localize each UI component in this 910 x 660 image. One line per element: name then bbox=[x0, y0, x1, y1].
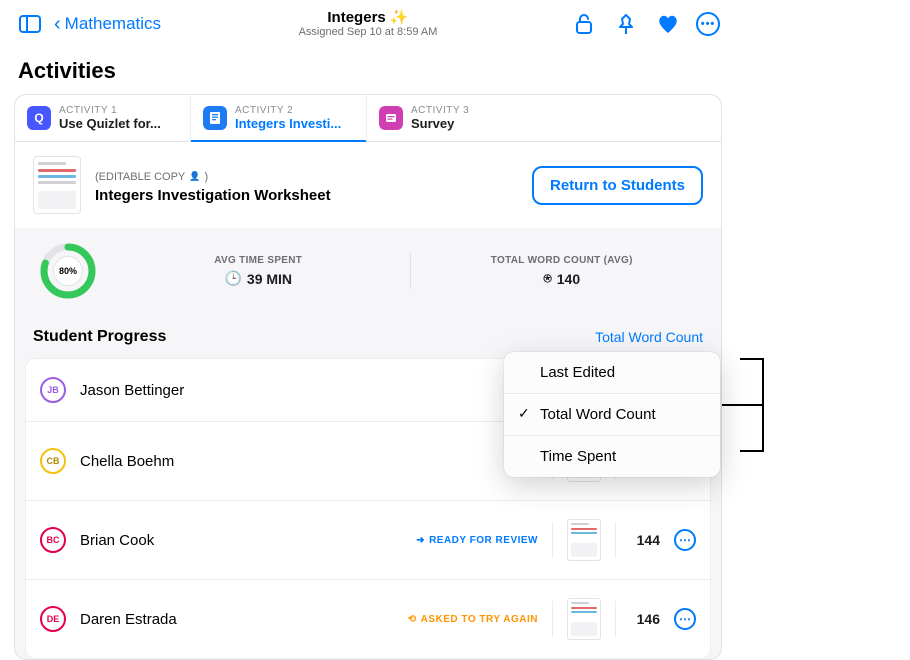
forms-icon bbox=[379, 106, 403, 130]
word-count: 144 bbox=[630, 532, 660, 548]
progress-title: Student Progress bbox=[33, 328, 166, 346]
editable-copy-label: (EDITABLE COPY 👤 ) bbox=[95, 171, 208, 183]
doc-name: Integers Investigation Worksheet bbox=[95, 187, 331, 204]
tab-num: ACTIVITY 3 bbox=[411, 105, 469, 116]
tab-name: Integers Investi... bbox=[235, 116, 341, 131]
pages-icon bbox=[203, 106, 227, 130]
annotation-bracket bbox=[722, 358, 764, 452]
progress-percent: 80% bbox=[53, 256, 83, 286]
metric-wordcount: TOTAL WORD COUNT (AVG) ⍟ 140 bbox=[411, 255, 714, 287]
avatar: DE bbox=[40, 606, 66, 632]
badge-icon: ⍟ bbox=[543, 270, 551, 287]
page-title: Integers ✨ bbox=[327, 8, 408, 26]
student-name: Daren Estrada bbox=[80, 611, 177, 628]
student-name: Brian Cook bbox=[80, 532, 154, 549]
metric-time: AVG TIME SPENT 🕒 39 MIN bbox=[107, 255, 410, 287]
toolbar-right: ••• bbox=[570, 10, 720, 38]
submission-thumbnail[interactable] bbox=[567, 519, 601, 561]
sort-option-last-edited[interactable]: Last Edited bbox=[504, 352, 720, 394]
chevron-left-icon: ‹ bbox=[54, 13, 61, 36]
metric-value: 140 bbox=[557, 271, 580, 287]
tab-activity-1[interactable]: Q ACTIVITY 1 Use Quizlet for... bbox=[15, 95, 191, 141]
metric-value: 39 MIN bbox=[247, 271, 292, 287]
document-thumbnail[interactable] bbox=[33, 156, 81, 214]
sort-option-time-spent[interactable]: Time Spent bbox=[504, 436, 720, 477]
metric-label: TOTAL WORD COUNT (AVG) bbox=[491, 255, 633, 266]
refresh-circle-icon: ⟲ bbox=[408, 614, 417, 625]
app-window: ‹ Mathematics Integers ✨ Assigned Sep 10… bbox=[0, 0, 736, 648]
section-title: Activities bbox=[0, 44, 736, 94]
row-more-button[interactable]: ⋯ bbox=[674, 608, 696, 630]
sort-option-total-word-count[interactable]: Total Word Count bbox=[504, 394, 720, 436]
sort-dropdown[interactable]: Total Word Count bbox=[595, 329, 703, 345]
pin-icon[interactable] bbox=[612, 10, 640, 38]
unlock-icon[interactable] bbox=[570, 10, 598, 38]
heart-icon[interactable] bbox=[654, 10, 682, 38]
tab-num: ACTIVITY 1 bbox=[59, 105, 161, 116]
topbar: ‹ Mathematics Integers ✨ Assigned Sep 10… bbox=[0, 0, 736, 44]
status-badge: ⟲ASKED TO TRY AGAIN bbox=[408, 614, 538, 625]
back-label: Mathematics bbox=[65, 14, 161, 34]
return-to-students-button[interactable]: Return to Students bbox=[532, 166, 703, 205]
page-subtitle: Assigned Sep 10 at 8:59 AM bbox=[299, 26, 438, 38]
tab-activity-3[interactable]: ACTIVITY 3 Survey bbox=[367, 95, 543, 141]
submission-thumbnail[interactable] bbox=[567, 598, 601, 640]
arrow-circle-icon: ➜ bbox=[416, 535, 425, 546]
word-count: 146 bbox=[630, 611, 660, 627]
avatar: CB bbox=[40, 448, 66, 474]
back-button[interactable]: ‹ Mathematics bbox=[54, 13, 161, 36]
progress-header: Student Progress Total Word Count bbox=[15, 314, 721, 352]
tab-name: Survey bbox=[411, 116, 469, 131]
metrics-row: 80% AVG TIME SPENT 🕒 39 MIN TOTAL WORD CO… bbox=[15, 228, 721, 314]
student-name: Chella Boehm bbox=[80, 453, 174, 470]
metric-label: AVG TIME SPENT bbox=[214, 255, 302, 266]
student-name: Jason Bettinger bbox=[80, 382, 184, 399]
progress-ring: 80% bbox=[39, 242, 97, 300]
list-item[interactable]: BC Brian Cook ➜READY FOR REVIEW 144 ⋯ bbox=[26, 501, 710, 580]
activity-tabs: Q ACTIVITY 1 Use Quizlet for... ACTIVITY… bbox=[15, 95, 721, 142]
row-more-button[interactable]: ⋯ bbox=[674, 529, 696, 551]
clock-icon: 🕒 bbox=[224, 270, 241, 287]
more-icon[interactable]: ••• bbox=[696, 12, 720, 36]
avatar: JB bbox=[40, 377, 66, 403]
tab-activity-2[interactable]: ACTIVITY 2 Integers Investi... bbox=[191, 95, 367, 141]
sidebar-toggle-icon[interactable] bbox=[16, 10, 44, 38]
quizlet-icon: Q bbox=[27, 106, 51, 130]
status-badge: ➜READY FOR REVIEW bbox=[416, 535, 538, 546]
avatar: BC bbox=[40, 527, 66, 553]
sort-popover: Last Edited Total Word Count Time Spent bbox=[504, 352, 720, 477]
tab-num: ACTIVITY 2 bbox=[235, 105, 341, 116]
doc-info: (EDITABLE COPY 👤 ) Integers Investigatio… bbox=[95, 167, 331, 204]
activity-subheader: (EDITABLE COPY 👤 ) Integers Investigatio… bbox=[15, 142, 721, 228]
person-icon: 👤 bbox=[189, 171, 200, 182]
list-item[interactable]: DE Daren Estrada ⟲ASKED TO TRY AGAIN 146… bbox=[26, 580, 710, 658]
tab-name: Use Quizlet for... bbox=[59, 116, 161, 131]
